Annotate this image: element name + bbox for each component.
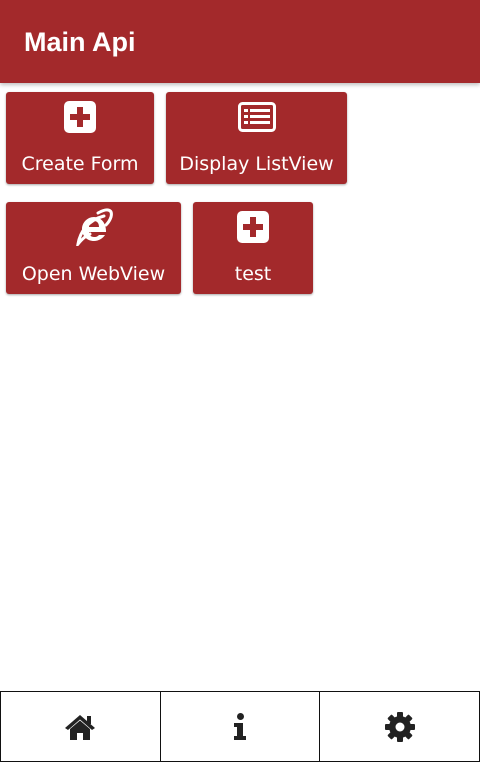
bottom-nav [0, 691, 480, 762]
gear-icon [384, 711, 415, 742]
plus-square-icon [6, 100, 154, 134]
nav-home-button[interactable] [0, 691, 161, 762]
nav-settings-button[interactable] [320, 691, 480, 762]
create-form-label: Create Form [21, 153, 139, 175]
app-bar: Main Api [0, 0, 480, 83]
info-icon [234, 712, 246, 740]
list-alt-icon [166, 100, 347, 134]
open-webview-button[interactable]: Open WebView [6, 202, 181, 294]
test-label: test [234, 263, 272, 285]
internet-explorer-icon [6, 208, 181, 246]
nav-info-button[interactable] [160, 691, 321, 762]
app-title: Main Api [24, 27, 136, 57]
display-listview-button[interactable]: Display ListView [166, 92, 347, 184]
test-button[interactable]: test [193, 202, 313, 294]
plus-square-icon [193, 210, 313, 244]
create-form-button[interactable]: Create Form [6, 92, 154, 184]
home-icon [65, 714, 96, 740]
display-listview-label: Display ListView [179, 153, 334, 175]
open-webview-label: Open WebView [21, 263, 166, 285]
